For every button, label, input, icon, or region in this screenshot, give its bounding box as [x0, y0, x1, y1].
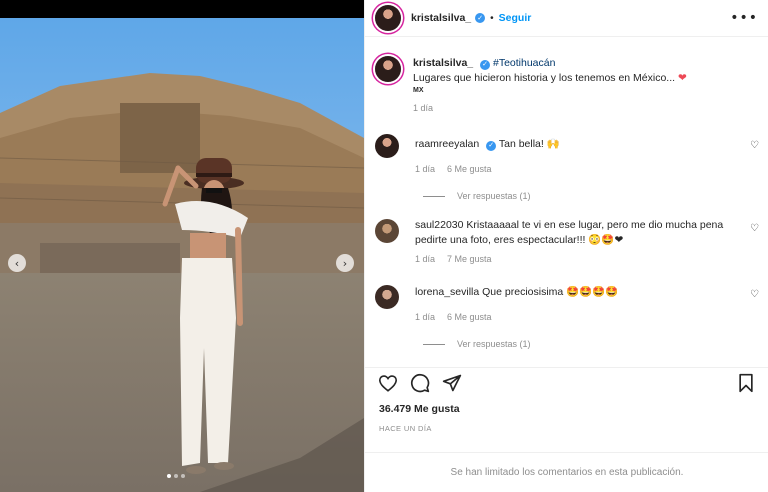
next-image-button[interactable]: ›	[336, 254, 354, 272]
separator-dot: •	[490, 12, 494, 24]
comment-username[interactable]: lorena_sevilla	[415, 286, 479, 298]
comment-time: 1 día	[415, 164, 436, 174]
comment-text: Que preciosisima 🤩🤩🤩🤩	[482, 286, 619, 298]
comment-likes[interactable]: 7 Me gusta	[447, 252, 492, 267]
chevron-left-icon: ‹	[14, 256, 20, 270]
carousel-indicator	[167, 474, 185, 478]
comment-item: lorena_sevilla Que preciosisima 🤩🤩🤩🤩 1 d…	[365, 283, 768, 325]
caption-hashtag[interactable]: #Teotihuacán	[493, 57, 555, 69]
post-time[interactable]: HACE UN DÍA	[379, 424, 432, 433]
caption-username[interactable]: kristalsilva_	[413, 57, 473, 69]
comment-avatar[interactable]	[375, 134, 399, 158]
carousel-dot	[181, 474, 185, 478]
view-replies-label: Ver respuestas (1)	[457, 191, 531, 201]
heart-icon[interactable]	[377, 372, 399, 394]
verified-badge-icon: ✓	[486, 140, 497, 151]
comments-list[interactable]: kristalsilva_ ✓ #Teotihuacán Lugares que…	[365, 48, 768, 358]
comment-icon[interactable]	[409, 372, 431, 394]
caption-country-tag: MX	[413, 87, 424, 94]
caption-text: Lugares que hicieron historia y los tene…	[413, 72, 676, 84]
comment-text: Tan bella! 🙌	[498, 138, 560, 150]
comment-time: 1 día	[415, 312, 436, 322]
heart-emoji-icon: ❤	[677, 72, 687, 84]
bookmark-icon[interactable]	[735, 372, 757, 394]
share-icon[interactable]	[441, 372, 463, 394]
author-avatar[interactable]	[375, 5, 401, 31]
view-replies-button[interactable]: Ver respuestas (1)	[365, 191, 768, 201]
carousel-dot	[167, 474, 171, 478]
comment-body: lorena_sevilla Que preciosisima 🤩🤩🤩🤩 1 d…	[415, 283, 618, 325]
comment-username[interactable]: saul22030	[415, 219, 463, 231]
comment-body: saul22030 Kristaaaaal te vi en ese lugar…	[415, 217, 745, 267]
action-bar	[365, 367, 768, 397]
caption-time: 1 día	[413, 103, 434, 113]
follow-button[interactable]: Seguir	[499, 12, 532, 24]
chevron-right-icon: ›	[342, 256, 348, 270]
author-username[interactable]: kristalsilva_	[411, 12, 471, 24]
post-caption: kristalsilva_ ✓ #Teotihuacán Lugares que…	[365, 48, 768, 116]
like-comment-icon[interactable]: ♡	[750, 289, 759, 300]
comments-limited-notice: Se han limitado los comentarios en esta …	[365, 452, 768, 492]
comment-avatar[interactable]	[375, 219, 399, 243]
view-replies-label: Ver respuestas (1)	[457, 339, 531, 349]
like-comment-icon[interactable]: ♡	[750, 140, 759, 151]
post-photo: ‹ ›	[0, 18, 364, 492]
caption-body: kristalsilva_ ✓ #Teotihuacán Lugares que…	[413, 56, 687, 116]
post-details-panel: kristalsilva_ ✓ • Seguir ••• kristalsilv…	[364, 0, 768, 492]
like-comment-icon[interactable]: ♡	[750, 223, 759, 234]
comment-likes[interactable]: 6 Me gusta	[447, 310, 492, 325]
photo-illustration	[0, 18, 364, 492]
comment-time: 1 día	[415, 254, 436, 264]
comment-meta: 1 día 7 Me gusta	[415, 252, 745, 267]
post-header: kristalsilva_ ✓ • Seguir •••	[365, 0, 768, 37]
comment-meta: 1 día 6 Me gusta	[415, 310, 618, 325]
likes-count[interactable]: 36.479 Me gusta	[379, 403, 460, 415]
carousel-dot	[174, 474, 178, 478]
comment-likes[interactable]: 6 Me gusta	[447, 162, 492, 177]
verified-badge-icon: ✓	[480, 59, 491, 70]
comment-avatar[interactable]	[375, 285, 399, 309]
comment-body: raamreeyalan ✓ Tan bella! 🙌 1 día 6 Me g…	[415, 132, 560, 177]
caption-avatar[interactable]	[375, 56, 401, 82]
comment-username[interactable]: raamreeyalan	[415, 138, 479, 150]
previous-image-button[interactable]: ‹	[8, 254, 26, 272]
divider	[423, 343, 445, 345]
comment-item: raamreeyalan ✓ Tan bella! 🙌 1 día 6 Me g…	[365, 132, 768, 177]
comment-item: saul22030 Kristaaaaal te vi en ese lugar…	[365, 217, 768, 267]
verified-badge-icon: ✓	[475, 13, 486, 23]
view-replies-button[interactable]: Ver respuestas (1)	[365, 339, 768, 349]
more-options-icon[interactable]: •••	[730, 10, 758, 26]
divider	[423, 195, 445, 197]
comment-meta: 1 día 6 Me gusta	[415, 162, 560, 177]
